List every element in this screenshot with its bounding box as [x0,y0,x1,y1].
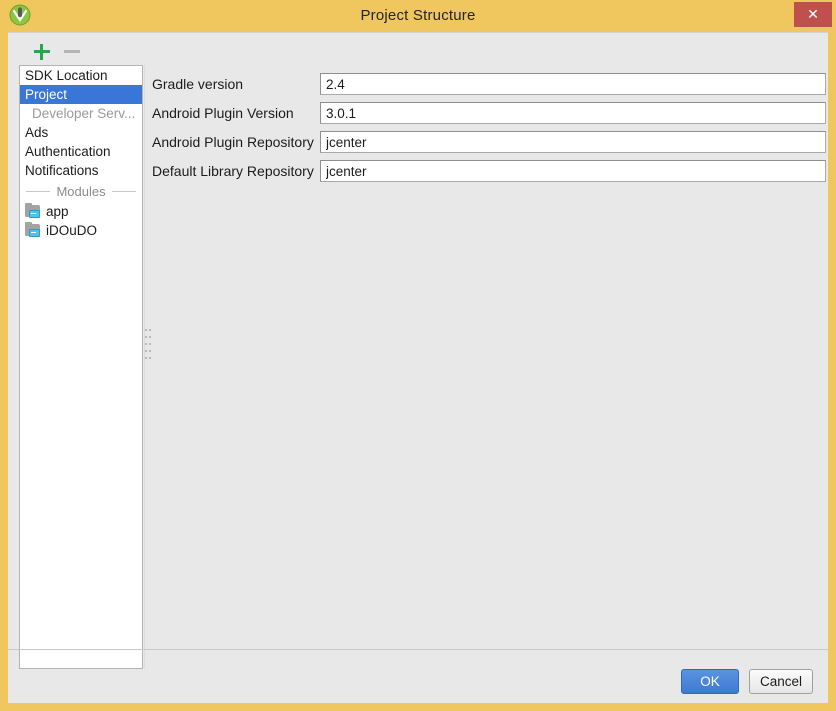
grip-dot [149,343,151,345]
project-structure-dialog: Project Structure ✕ SDK Location Project D… [0,0,836,711]
ok-button[interactable]: OK [681,669,739,694]
form-row-default-library-repository: Default Library Repository [152,160,828,182]
sidebar-item-label: iDOuDO [46,223,98,238]
close-icon: ✕ [807,6,819,22]
plus-icon-stem [40,44,43,60]
label-gradle-version: Gradle version [152,76,244,92]
input-default-library-repository[interactable] [320,160,826,182]
label-default-library-repository: Default Library Repository [152,163,314,179]
sidebar-toolbar [20,41,140,65]
sidebar-separator-modules: Modules [20,180,142,202]
sidebar-item-developer-serv: Developer Serv... [32,106,136,121]
form-row-android-plugin-version: Android Plugin Version [152,102,828,124]
sidebar-item-notifications[interactable]: Notifications [20,161,142,180]
splitter-line [144,65,145,669]
sidebar-item-sdk-location[interactable]: SDK Location [20,66,142,85]
input-android-plugin-repository[interactable] [320,131,826,153]
splitter-grip-icon [145,329,151,363]
sidebar-list[interactable]: SDK Location Project Developer Serv... Ads A… [19,65,143,669]
grip-dot [145,329,147,331]
sidebar-separator-label: Modules [56,183,106,199]
add-module-button[interactable] [33,43,51,61]
cancel-button[interactable]: Cancel [749,669,813,694]
sidebar-item-label: app [46,204,69,219]
dialog-content: SDK Location Project Developer Serv... Ads A… [8,32,828,703]
sidebar-item-project[interactable]: Project [20,85,142,104]
input-android-plugin-version[interactable] [320,102,826,124]
label-android-plugin-version: Android Plugin Version [152,105,294,121]
form-row-android-plugin-repository: Android Plugin Repository [152,131,828,153]
title-bar: Project Structure ✕ [0,0,836,32]
sidebar-item-app[interactable]: app [20,202,142,221]
grip-dot [149,357,151,359]
footer-button-bar: OK Cancel [8,650,828,704]
separator-rule-left [26,190,51,192]
sidebar-item-idoudo[interactable]: iDOuDO [20,221,142,240]
module-folder-icon [25,203,40,218]
remove-module-button[interactable] [63,43,81,61]
project-settings-form: Gradle version Android Plugin Version Andr… [152,65,828,669]
close-button[interactable]: ✕ [794,2,832,27]
grip-dot [145,336,147,338]
grip-dot [145,350,147,352]
input-gradle-version[interactable] [320,73,826,95]
page-title: Project Structure [360,7,476,24]
label-android-plugin-repository: Android Plugin Repository [152,134,314,150]
sidebar-item-ads[interactable]: Ads [20,123,142,142]
separator-rule-right [111,190,137,192]
grip-dot [149,329,151,331]
minus-icon [64,50,80,53]
form-row-gradle-version: Gradle version [152,73,828,95]
panel-splitter[interactable] [144,65,152,669]
grip-dot [145,357,147,359]
sidebar-item-authentication[interactable]: Authentication [20,142,142,161]
grip-dot [149,350,151,352]
grip-dot [145,343,147,345]
grip-dot [149,336,151,338]
module-folder-icon [25,222,40,237]
